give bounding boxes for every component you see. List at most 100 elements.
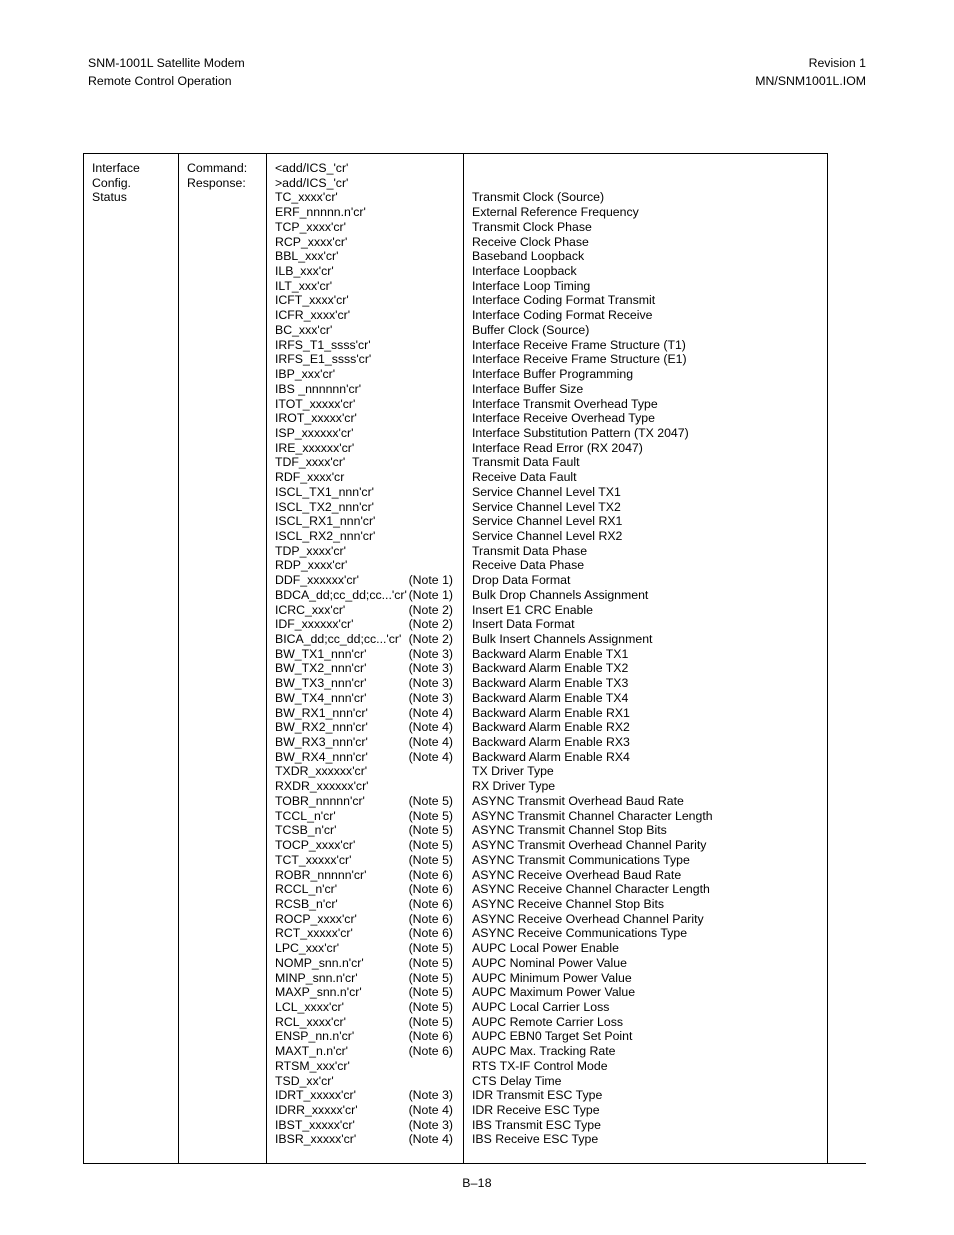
note-reference: (Note 5) (408, 985, 453, 1000)
parameter-description (472, 161, 827, 176)
command-code-row: TCP_xxxx'cr' (275, 220, 463, 235)
header-right-block: Revision 1 MN/SNM1001L.IOM (755, 55, 866, 90)
command-code: >add/ICS_'cr' (275, 175, 349, 190)
command-code-row: IDF_xxxxxx'cr' (Note 2) (275, 617, 463, 632)
parameter-description: ASYNC Transmit Channel Stop Bits (472, 823, 667, 838)
command-code: TDP_xxxx'cr' (275, 543, 346, 558)
command-code-row: BW_RX3_nnn'cr' (Note 4) (275, 735, 463, 750)
table-cell-descriptions: Transmit Clock (Source) External Referenc… (463, 154, 827, 1164)
parameter-description: Backward Alarm Enable TX3 (472, 676, 629, 691)
document-page: SNM-1001L Satellite Modem Remote Control… (0, 0, 954, 1235)
parameter-description: ASYNC Transmit Channel Character Length (472, 808, 713, 823)
command-code: LCL_xxxx'cr' (275, 999, 344, 1014)
command-code: TOCP_xxxx'cr' (275, 838, 356, 853)
parameter-group-line-0: Interface (92, 161, 140, 175)
parameter-description: RTS TX-IF Control Mode (472, 1058, 608, 1073)
command-code: TSD_xx'cr' (275, 1073, 334, 1088)
parameter-description: Drop Data Format (472, 573, 571, 588)
parameter-description: ASYNC Receive Overhead Baud Rate (472, 867, 682, 882)
footer-divider (88, 1163, 866, 1164)
parameter-description: IBS Receive ESC Type (472, 1132, 599, 1147)
command-code: TDF_xxxx'cr' (275, 455, 346, 470)
note-reference: (Note 3) (408, 661, 453, 676)
command-code: BW_TX1_nnn'cr' (275, 646, 367, 661)
command-code: ISP_xxxxxx'cr' (275, 425, 354, 440)
command-code-row: ICFR_xxxx'cr' (275, 308, 463, 323)
parameter-description: Backward Alarm Enable TX2 (472, 661, 629, 676)
command-code-row: BDCA_dd;cc_dd;cc...'cr' (Note 1) (275, 588, 463, 603)
command-reference-table: Interface Config. Status Command: Response:… (83, 153, 828, 1165)
command-code-row: TOBR_nnnnn'cr' (Note 5) (275, 794, 463, 809)
table-cell-parameter-group: Interface Config. Status (84, 154, 178, 1163)
command-code-row: BW_TX2_nnn'cr' (Note 3) (275, 661, 463, 676)
parameter-description: Interface Receive Overhead Type (472, 411, 655, 426)
note-reference: (Note 5) (408, 852, 453, 867)
command-code: TOBR_nnnnn'cr' (275, 793, 365, 808)
command-code-row: BW_RX4_nnn'cr' (Note 4) (275, 750, 463, 765)
command-code: ILT_xxx'cr' (275, 278, 333, 293)
note-reference: (Note 4) (408, 749, 453, 764)
command-code: ISCL_RX1_nnn'cr' (275, 514, 376, 529)
command-code: TC_xxxx'cr' (275, 190, 338, 205)
command-code-row: RCP_xxxx'cr' (275, 235, 463, 250)
command-code: BW_TX4_nnn'cr' (275, 690, 367, 705)
note-reference: (Note 5) (408, 970, 453, 985)
command-code-row: ICFT_xxxx'cr' (275, 293, 463, 308)
table-cell-command-codes: <add/ICS_'cr' >add/ICS_'cr' TC_xxxx'cr' ERF… (266, 154, 463, 1164)
command-code: TCCL_n'cr' (275, 808, 336, 823)
command-code-row: RTSM_xxx'cr' (275, 1059, 463, 1074)
header-document-number: MN/SNM1001L.IOM (755, 73, 866, 88)
command-code-row: LCL_xxxx'cr' (Note 5) (275, 1000, 463, 1015)
command-code: ICFT_xxxx'cr' (275, 293, 349, 308)
command-code: TCT_xxxxx'cr' (275, 852, 352, 867)
command-code: BW_RX1_nnn'cr' (275, 705, 368, 720)
parameter-description: RX Driver Type (472, 779, 556, 794)
parameter-description: External Reference Frequency (472, 205, 639, 220)
running-header: SNM-1001L Satellite Modem Remote Control… (88, 55, 866, 90)
command-code-row: TDP_xxxx'cr' (275, 544, 463, 559)
note-reference: (Note 3) (408, 690, 453, 705)
parameter-description: Baseband Loopback (472, 249, 585, 264)
parameter-description: ASYNC Receive Overhead Channel Parity (472, 911, 704, 926)
command-code-row: RCT_xxxxx'cr' (Note 6) (275, 926, 463, 941)
command-code: BW_RX4_nnn'cr' (275, 749, 368, 764)
command-code-row: ISP_xxxxxx'cr' (275, 426, 463, 441)
command-code-row: ISCL_RX2_nnn'cr' (275, 529, 463, 544)
command-code-row: IRFS_T1_ssss'cr' (275, 338, 463, 353)
command-code: ISCL_TX2_nnn'cr' (275, 499, 375, 514)
parameter-description: IBS Transmit ESC Type (472, 1117, 601, 1132)
note-reference: (Note 4) (408, 735, 453, 750)
command-code-row: IDRT_xxxxx'cr' (Note 3) (275, 1088, 463, 1103)
command-code: IDRT_xxxxx'cr' (275, 1088, 356, 1103)
command-code: RTSM_xxx'cr' (275, 1058, 350, 1073)
parameter-group-line-2: Status (92, 190, 127, 205)
parameter-description: Backward Alarm Enable RX2 (472, 720, 630, 735)
parameter-description: Interface Transmit Overhead Type (472, 396, 658, 411)
parameter-description: Service Channel Level RX2 (472, 528, 623, 543)
header-left-block: SNM-1001L Satellite Modem Remote Control… (88, 55, 245, 90)
command-code-row: IROT_xxxxx'cr' (275, 411, 463, 426)
parameter-description: Backward Alarm Enable TX4 (472, 690, 629, 705)
command-code-row: MAXT_n.n'cr' (Note 6) (275, 1044, 463, 1059)
command-code-row: RXDR_xxxxxx'cr' (275, 779, 463, 794)
command-code: MINP_snn.n'cr' (275, 970, 358, 985)
command-code-row: TCCL_n'cr' (Note 5) (275, 809, 463, 824)
command-code: RXDR_xxxxxx'cr' (275, 779, 369, 794)
note-reference: (Note 5) (408, 955, 453, 970)
parameter-description: ASYNC Transmit Overhead Channel Parity (472, 838, 707, 853)
command-code: DDF_xxxxxx'cr' (275, 573, 359, 588)
command-code-row: IRFS_E1_ssss'cr' (275, 352, 463, 367)
note-reference: (Note 5) (408, 999, 453, 1014)
command-code: BW_TX2_nnn'cr' (275, 661, 367, 676)
note-reference: (Note 6) (408, 911, 453, 926)
command-code-row: RCL_xxxx'cr' (Note 5) (275, 1015, 463, 1030)
parameter-description: Bulk Drop Channels Assignment (472, 587, 649, 602)
command-code-row: ICRC_xxx'cr' (Note 2) (275, 603, 463, 618)
command-code: BW_TX3_nnn'cr' (275, 676, 367, 691)
command-code: ROBR_nnnnn'cr' (275, 867, 367, 882)
command-code-row: BW_RX1_nnn'cr' (Note 4) (275, 706, 463, 721)
table-row: Interface Config. Status Command: Response:… (84, 154, 827, 1164)
command-code-row: ISCL_TX1_nnn'cr' (275, 485, 463, 500)
note-reference: (Note 3) (408, 676, 453, 691)
parameter-description: ASYNC Transmit Overhead Baud Rate (472, 793, 684, 808)
